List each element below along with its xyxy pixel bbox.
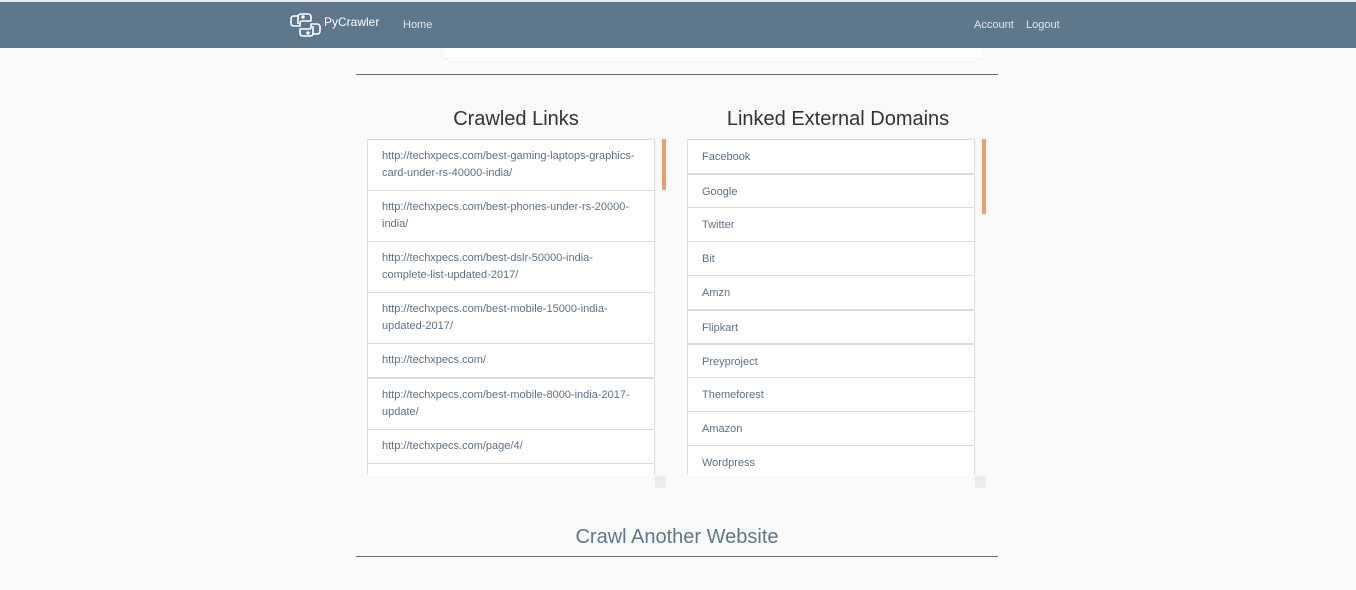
crawled-link-item[interactable]: http://techxpecs.com/best-gaming-laptops… <box>367 139 655 191</box>
external-domains-title: Linked External Domains <box>726 108 950 130</box>
brand-link[interactable]: PyCrawler <box>290 12 379 38</box>
crawled-link-item-partial[interactable] <box>367 463 655 475</box>
crawled-links-title: Crawled Links <box>453 108 579 130</box>
crawled-links-scrollbar-thumb[interactable] <box>662 139 666 190</box>
external-domains-scroll-corner <box>975 476 986 488</box>
domain-item[interactable]: Amzn <box>687 275 975 310</box>
crawled-link-item[interactable]: http://techxpecs.com/best-mobile-15000-i… <box>367 292 655 344</box>
python-logo-icon <box>290 12 321 38</box>
navbar: PyCrawler Home Account Logout <box>0 2 1356 48</box>
divider-top <box>356 74 998 75</box>
nav-logout-link[interactable]: Logout <box>1026 2 1060 48</box>
crawled-link-item[interactable]: http://techxpecs.com/best-mobile-8000-in… <box>367 377 655 430</box>
domain-item[interactable]: Flipkart <box>687 309 975 344</box>
domain-item[interactable]: Wordpress <box>687 445 975 475</box>
content-panel-bottom <box>444 48 982 59</box>
crawled-links-scroll-corner <box>655 476 666 488</box>
brand-name: PyCrawler <box>324 15 380 29</box>
domain-item[interactable]: Preyproject <box>687 343 975 378</box>
domain-item[interactable]: Amazon <box>687 411 975 446</box>
crawled-link-item[interactable]: http://techxpecs.com/ <box>367 343 655 378</box>
crawled-links-list[interactable]: http://techxpecs.com/best-gaming-laptops… <box>367 139 655 475</box>
crawl-another-website-link[interactable]: Crawl Another Website <box>356 526 998 549</box>
external-domains-scrollbar-thumb[interactable] <box>982 139 986 214</box>
divider-bottom <box>356 556 998 557</box>
nav-home-link[interactable]: Home <box>403 2 432 48</box>
crawled-link-item[interactable]: http://techxpecs.com/best-phones-under-r… <box>367 190 655 242</box>
nav-account-link[interactable]: Account <box>974 2 1014 48</box>
crawled-link-item[interactable]: http://techxpecs.com/best-dslr-50000-ind… <box>367 241 655 293</box>
domain-item[interactable]: Google <box>687 173 975 208</box>
domain-item[interactable]: Twitter <box>687 207 975 242</box>
domain-item[interactable]: Themeforest <box>687 377 975 412</box>
external-domains-list[interactable]: Facebook Google Twitter Bit Amzn Flipkar… <box>687 139 975 475</box>
domain-item[interactable]: Bit <box>687 241 975 276</box>
domain-item[interactable]: Facebook <box>687 139 975 174</box>
crawled-link-item[interactable]: http://techxpecs.com/page/4/ <box>367 429 655 464</box>
